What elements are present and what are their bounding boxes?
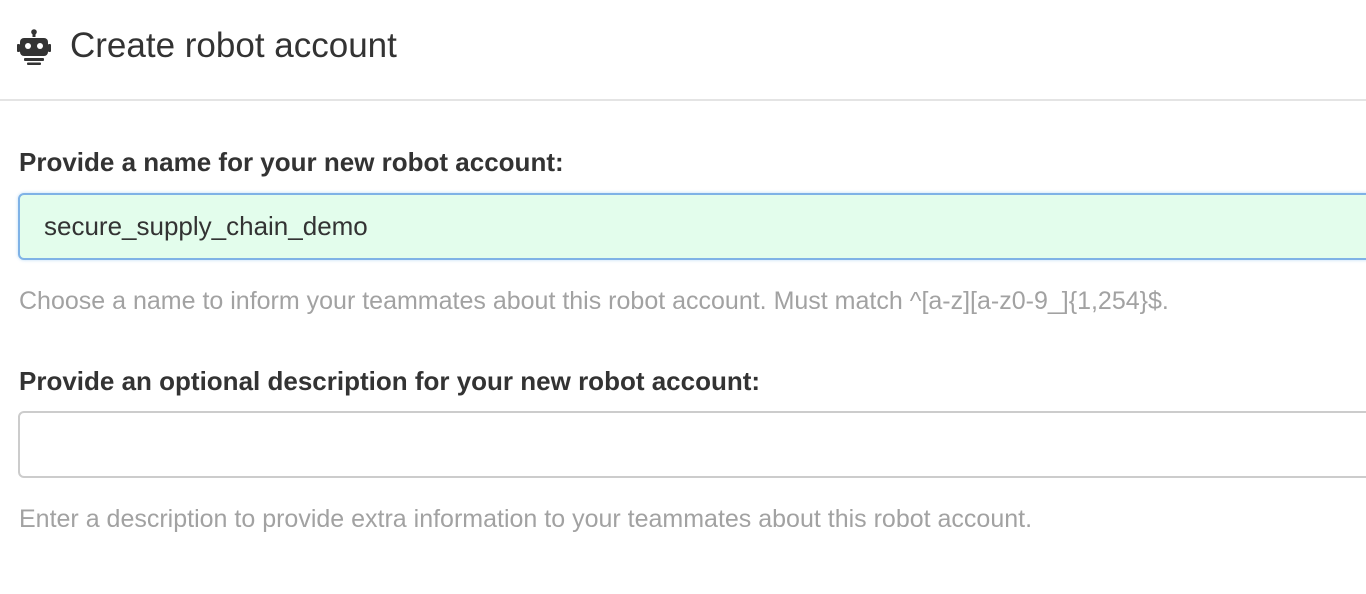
create-robot-account-page: Create robot account Provide a name for … — [0, 0, 1366, 594]
robot-description-help-text: Enter a description to provide extra inf… — [19, 505, 1033, 533]
robot-description-label: Provide an optional description for your… — [19, 366, 761, 396]
robot-name-help-text: Choose a name to inform your teammates a… — [19, 287, 1169, 315]
modal-header: Create robot account — [0, 0, 1366, 101]
robot-name-label: Provide a name for your new robot accoun… — [19, 147, 564, 177]
robot-icon — [17, 29, 51, 65]
robot-name-input[interactable] — [18, 193, 1366, 260]
page-title: Create robot account — [70, 26, 397, 65]
robot-description-input[interactable] — [18, 411, 1366, 478]
